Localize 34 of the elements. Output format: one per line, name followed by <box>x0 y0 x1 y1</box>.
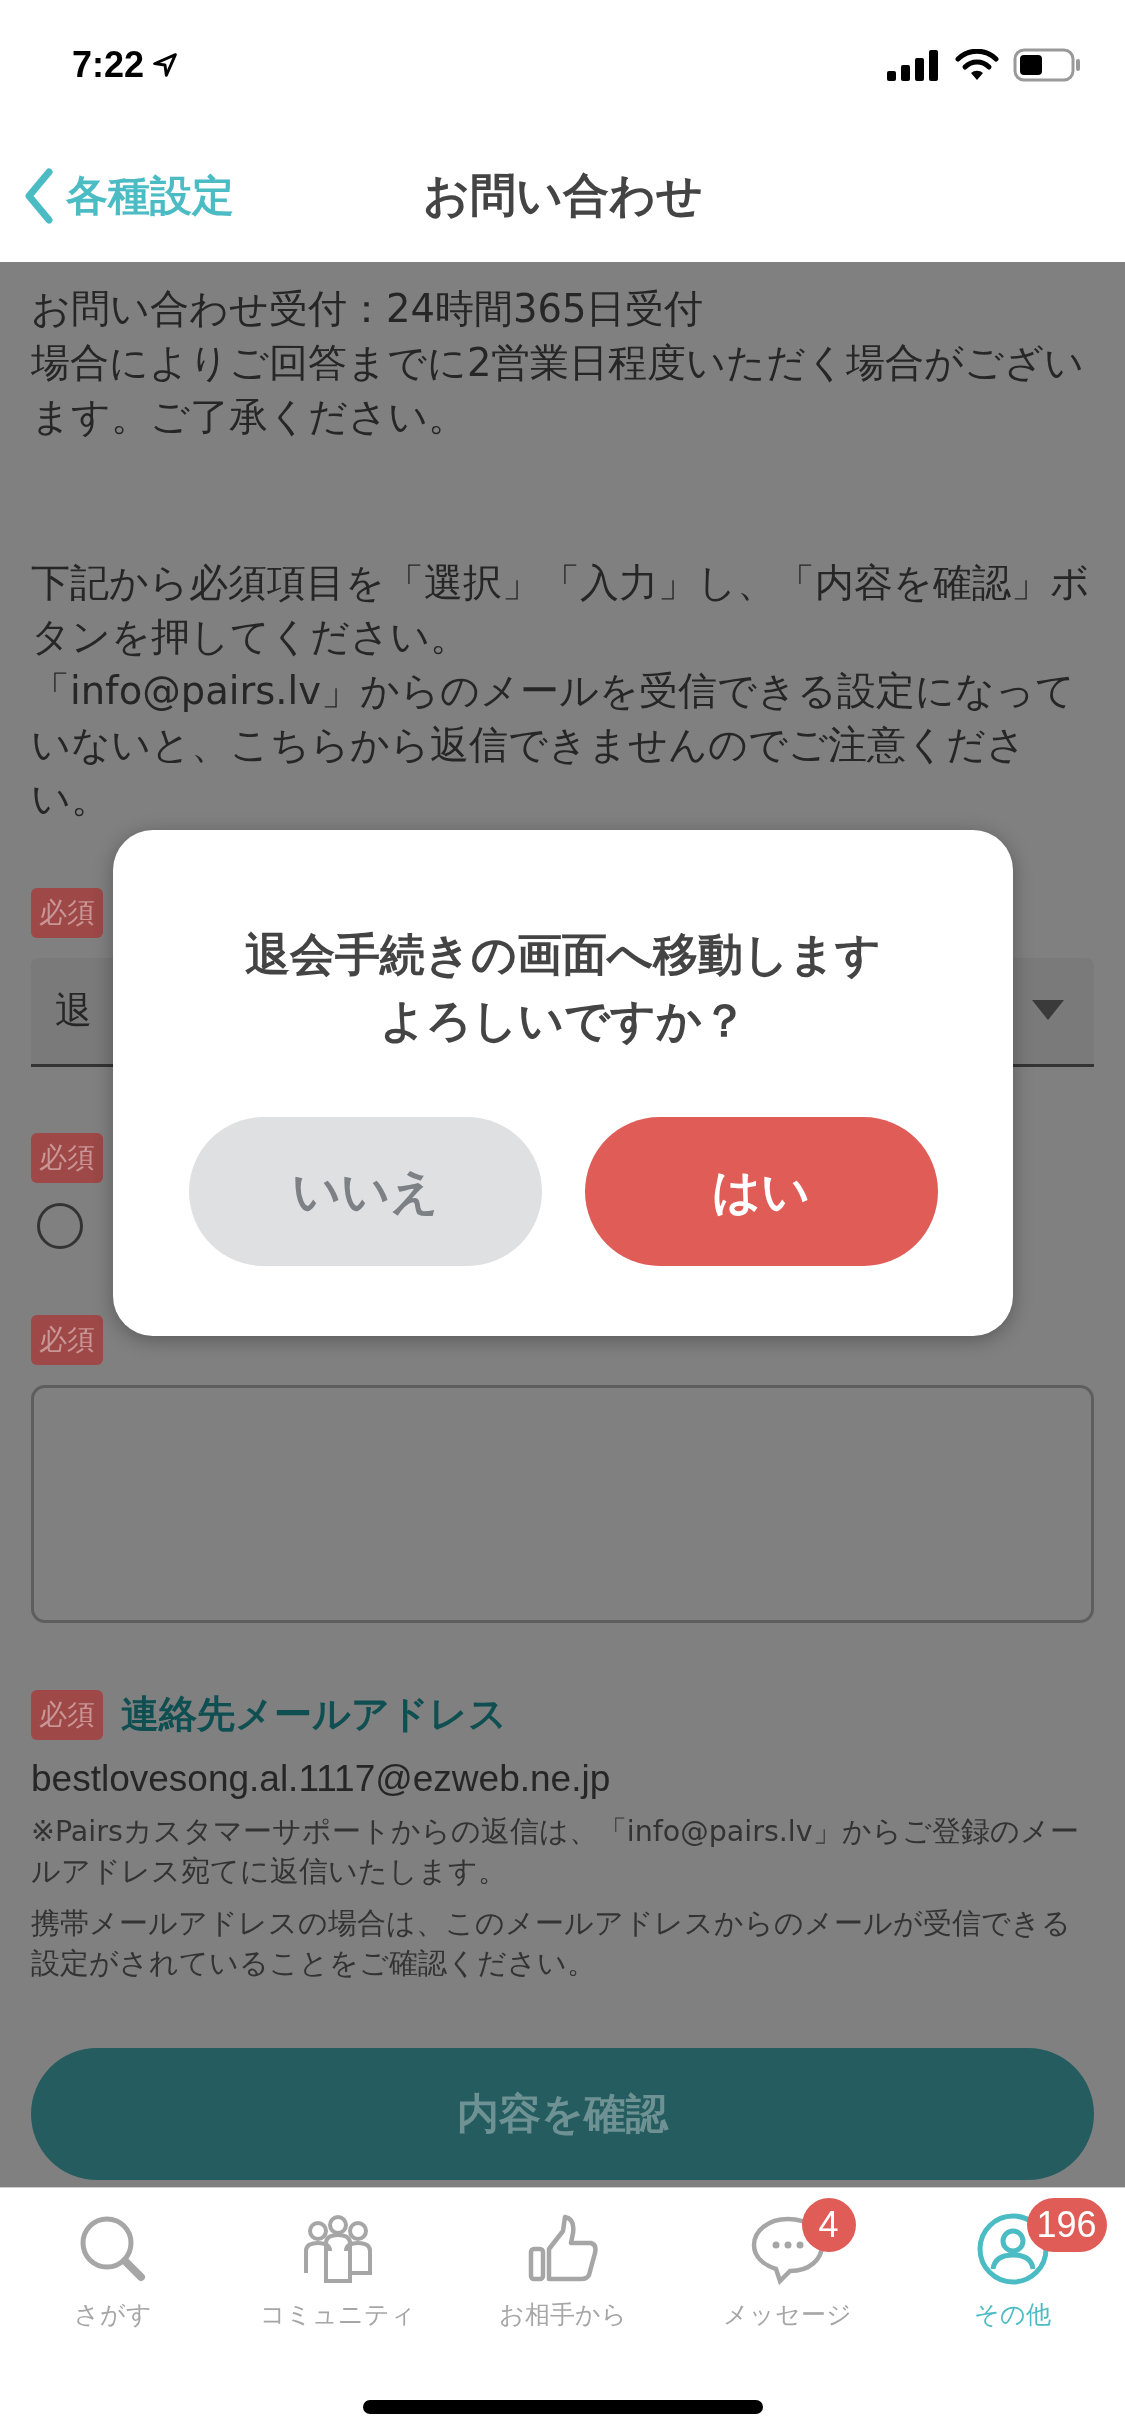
tab-item[interactable]: 196 その他 <box>900 2188 1125 2331</box>
required-badge: 必須 <box>31 1315 103 1365</box>
count-badge: 196 <box>1026 2198 1107 2252</box>
back-button[interactable]: 各種設定 <box>24 168 234 224</box>
instruction-text: 下記から必須項目を「選択」「入力」し、「内容を確認」ボタンを押してください。 <box>31 559 1091 661</box>
battery-icon <box>1013 48 1081 82</box>
tab-item[interactable]: 4 メッセージ <box>675 2188 900 2331</box>
tab-item[interactable]: さがす <box>0 2188 225 2331</box>
yes-button[interactable]: はい <box>584 1117 938 1266</box>
dialog-message: よろしいですか？ <box>379 993 747 1049</box>
confirm-content-button[interactable]: 内容を確認 <box>31 2048 1094 2180</box>
info-text: お問い合わせ受付：24時間365日受付 <box>31 285 705 333</box>
chevron-left-icon <box>24 168 54 224</box>
info-text: 場合によりご回答までに2営業日程度いただく場合がございます。ご了承ください。 <box>31 339 1086 441</box>
instruction-text: 「info@pairs.lv」からのメールを受信できる設定になっていないと、こちらから返信できませんのでご注意ください。 <box>31 667 1077 823</box>
required-badge: 必須 <box>31 1689 103 1740</box>
required-badge: 必須 <box>31 1133 103 1183</box>
dialog-message: 退会手続きの画面へ移動します <box>245 927 881 983</box>
signal-icon <box>887 49 941 81</box>
wifi-icon <box>955 49 999 81</box>
location-arrow-icon <box>152 52 179 78</box>
tab-item[interactable]: コミュニティ <box>225 2188 450 2331</box>
screen-title: お問い合わせ <box>422 167 703 224</box>
required-badge: 必須 <box>31 888 103 938</box>
note-text: 携帯メールアドレスの場合は、このメールアドレスからのメールが受信できる設定がされていることをご確認ください。 <box>31 1906 1072 1982</box>
email-address: bestlovesong.al.1117@ezweb.ne.jp <box>31 1758 612 1800</box>
status-time: 7:22 <box>72 44 145 86</box>
count-badge: 4 <box>801 2198 856 2252</box>
field-label: 連絡先メールアドレス <box>121 1691 507 1738</box>
note-text: ※Pairsカスタマーサポートからの返信は、「info@pairs.lv」からご登録のメールアドレス宛てに返信いたします。 <box>31 1814 1080 1890</box>
radio-button[interactable] <box>37 1203 83 1249</box>
tab-item[interactable]: お相手から <box>450 2188 675 2331</box>
dropdown-arrow-icon <box>1032 1000 1064 1022</box>
no-button[interactable]: いいえ <box>188 1117 542 1266</box>
